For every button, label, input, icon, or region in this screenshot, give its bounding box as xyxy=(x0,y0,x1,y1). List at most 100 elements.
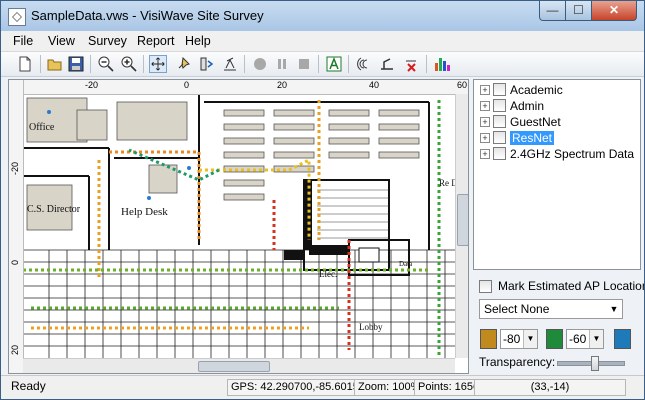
pause-icon[interactable] xyxy=(273,55,291,73)
minimize-button[interactable]: — xyxy=(539,1,566,21)
ruler-left-label: 20 xyxy=(10,345,20,356)
menu-view[interactable]: View xyxy=(48,34,75,48)
toolbar-separator xyxy=(426,55,427,73)
horizontal-scroll-thumb[interactable] xyxy=(198,361,270,372)
tree-item-label: 2.4GHz Spectrum Data xyxy=(510,146,635,161)
delete-point-icon[interactable] xyxy=(403,55,421,73)
tree-item-label: ResNet xyxy=(510,130,555,145)
tree-item-guestnet[interactable]: + GuestNet xyxy=(480,114,561,129)
zoom-out-icon[interactable] xyxy=(97,55,115,73)
expand-icon[interactable]: + xyxy=(480,100,490,111)
threshold-low-select[interactable]: -80 ▼ xyxy=(500,329,538,349)
checkbox[interactable] xyxy=(493,115,506,128)
status-ready: Ready xyxy=(11,379,46,393)
toolbar-separator xyxy=(40,55,41,73)
record-icon[interactable] xyxy=(251,55,269,73)
window-title: SampleData.vws - VisiWave Site Survey xyxy=(31,8,264,23)
network-tree-panel: + Academic + Admin + GuestNet + ResNet +2.4G… xyxy=(473,79,641,270)
chevron-down-icon: ▼ xyxy=(609,304,619,314)
floorplan-drawing[interactable]: Office C.S. Director Help Desk Elec. Dat… xyxy=(9,80,468,373)
move-icon[interactable] xyxy=(149,55,167,73)
walk-survey-icon[interactable] xyxy=(197,55,215,73)
ruler-top-label: 0 xyxy=(184,80,190,90)
stop-icon[interactable] xyxy=(295,55,313,73)
tree-item-academic[interactable]: + Academic xyxy=(480,82,563,97)
horizontal-scrollbar[interactable] xyxy=(23,358,455,373)
mark-estimated-checkbox[interactable] xyxy=(479,279,492,293)
title-bar: SampleData.vws - VisiWave Site Survey — … xyxy=(1,1,644,31)
select-dropdown[interactable]: Select None ▼ xyxy=(479,299,623,319)
tree-item-admin[interactable]: + Admin xyxy=(480,98,544,113)
chevron-down-icon: ▼ xyxy=(589,330,603,348)
label-elec: Elec. xyxy=(319,269,337,279)
menu-help[interactable]: Help xyxy=(185,34,211,48)
tool-icon[interactable] xyxy=(378,55,396,73)
tree-item-label: Admin xyxy=(510,98,545,113)
low-color-swatch[interactable] xyxy=(480,329,497,349)
toolbar-separator xyxy=(244,55,245,73)
mark-estimated-label: Mark Estimated AP Locations xyxy=(498,279,645,293)
menu-report[interactable]: Report xyxy=(137,34,175,48)
text-annotate-icon[interactable] xyxy=(325,55,343,73)
label-data: Data xyxy=(399,260,413,268)
toolbar xyxy=(1,52,644,77)
toolbar-separator xyxy=(348,55,349,73)
expand-icon[interactable]: + xyxy=(480,84,490,95)
tree-item-spectrum[interactable]: +2.4GHz Spectrum Data xyxy=(480,146,634,161)
menu-survey[interactable]: Survey xyxy=(88,34,127,48)
checkbox[interactable] xyxy=(493,83,506,96)
expand-icon[interactable]: + xyxy=(480,116,490,127)
ruler-left-label: 0 xyxy=(10,260,20,266)
top-ruler: -20 0 20 40 60 xyxy=(9,80,468,95)
status-bar: Ready GPS: 42.290700,-85.601509 Zoom: 10… xyxy=(1,375,644,399)
tree-item-resnet[interactable]: + ResNet xyxy=(480,130,555,145)
tree-item-label: Academic xyxy=(510,82,563,97)
label-director: C.S. Director xyxy=(27,204,81,215)
expand-icon[interactable]: + xyxy=(480,132,490,143)
ruler-left-label: -20 xyxy=(10,162,20,176)
toolbar-separator xyxy=(318,55,319,73)
save-icon[interactable] xyxy=(67,55,85,73)
tree-item-label: GuestNet xyxy=(510,114,561,129)
floorplan-view[interactable]: Office C.S. Director Help Desk Elec. Dat… xyxy=(8,79,469,374)
checkbox[interactable] xyxy=(493,131,506,144)
transparency-slider-thumb[interactable] xyxy=(591,356,599,371)
left-ruler: -20 0 20 xyxy=(9,80,24,373)
open-folder-icon[interactable] xyxy=(46,55,64,73)
app-window: SampleData.vws - VisiWave Site Survey — … xyxy=(0,0,645,400)
label-office: Office xyxy=(29,122,55,133)
maximize-button[interactable]: ☐ xyxy=(565,1,592,21)
vertical-scroll-thumb[interactable] xyxy=(457,194,468,246)
high-color-swatch[interactable] xyxy=(614,329,631,349)
bar-chart-icon[interactable] xyxy=(433,55,451,73)
status-coordinates: (33,-14) xyxy=(474,379,626,396)
expand-icon[interactable]: + xyxy=(480,148,490,159)
pin-icon[interactable] xyxy=(174,55,192,73)
chevron-down-icon: ▼ xyxy=(523,330,537,348)
checkbox[interactable] xyxy=(493,99,506,112)
toolbar-separator xyxy=(143,55,144,73)
close-button[interactable]: ✕ xyxy=(591,1,637,21)
menu-bar: File View Survey Report Help xyxy=(1,31,644,52)
vertical-scrollbar[interactable] xyxy=(455,94,468,358)
transparency-label: Transparency: xyxy=(479,355,556,369)
zoom-in-icon[interactable] xyxy=(120,55,138,73)
signal-icon[interactable] xyxy=(355,55,373,73)
ruler-top-label: 20 xyxy=(277,80,288,90)
label-help-desk: Help Desk xyxy=(121,206,168,218)
status-gps: GPS: 42.290700,-85.601509 xyxy=(227,379,376,396)
mark-estimated-ap-option[interactable]: Mark Estimated AP Locations xyxy=(479,279,645,293)
checkbox[interactable] xyxy=(493,147,506,160)
gps-survey-icon[interactable] xyxy=(221,55,239,73)
menu-file[interactable]: File xyxy=(13,34,33,48)
ruler-top-label: -20 xyxy=(85,80,99,90)
controls-panel: Mark Estimated AP Locations Select None … xyxy=(473,271,644,375)
threshold-low-value: -80 xyxy=(503,332,521,346)
mid-color-swatch[interactable] xyxy=(546,329,563,349)
select-value: Select None xyxy=(484,302,550,316)
new-file-icon[interactable] xyxy=(16,55,34,73)
ruler-top-label: 40 xyxy=(369,80,380,90)
transparency-slider[interactable] xyxy=(557,356,625,371)
ruler-top-label: 60 xyxy=(457,80,468,90)
threshold-high-select[interactable]: -60 ▼ xyxy=(566,329,604,349)
